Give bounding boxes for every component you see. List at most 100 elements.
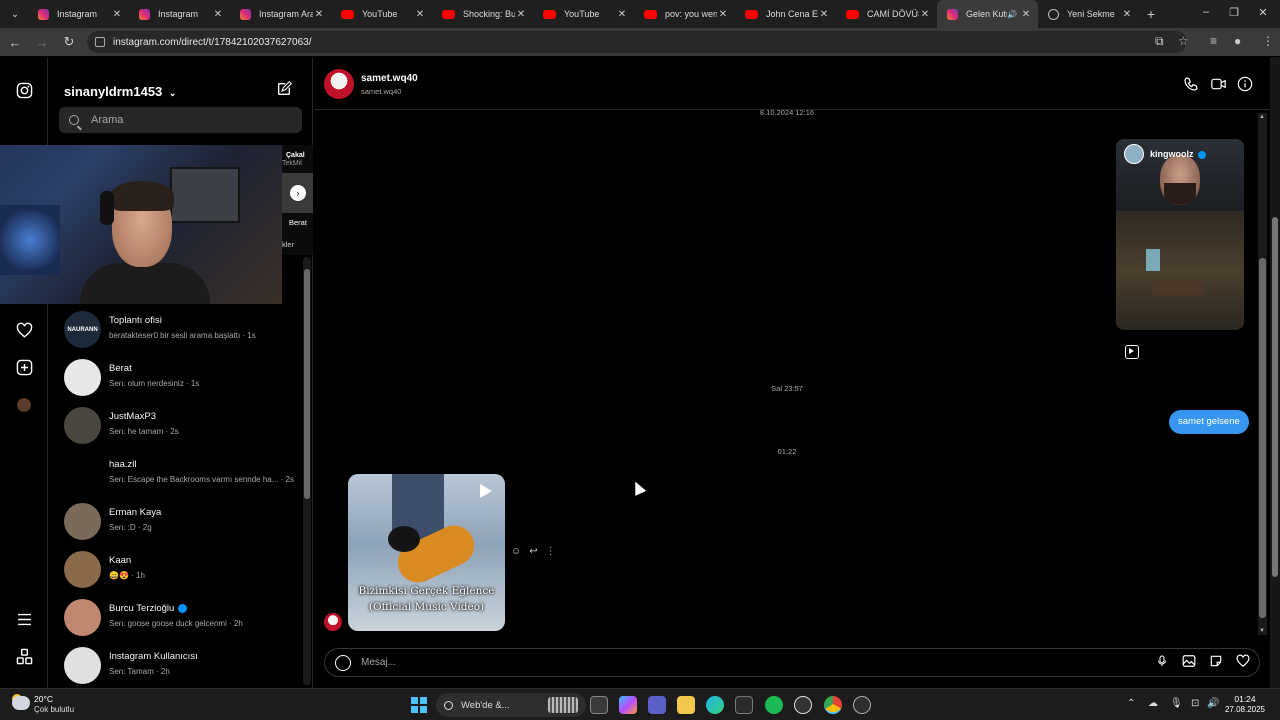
maximize-button[interactable]: ❐ — [1227, 6, 1241, 19]
notifications-heart-icon[interactable] — [14, 320, 34, 340]
reload-button[interactable]: ↻ — [57, 30, 81, 54]
close-tab-icon[interactable]: ✕ — [818, 9, 830, 20]
chatgpt-icon[interactable] — [794, 696, 812, 714]
contact-avatar[interactable] — [324, 69, 354, 99]
chrome-icon[interactable] — [824, 696, 842, 714]
media-controls-icon[interactable]: ≡ — [1210, 34, 1217, 48]
message-composer[interactable]: Mesaj... — [324, 648, 1260, 677]
start-button-icon[interactable] — [411, 697, 427, 713]
close-tab-icon[interactable]: ✕ — [414, 9, 426, 20]
play-icon[interactable] — [480, 484, 492, 498]
instagram-logo-icon[interactable] — [14, 80, 34, 100]
shared-reel-message[interactable]: kingwoolz — [1116, 139, 1244, 330]
microphone-icon[interactable] — [1151, 654, 1173, 671]
teams-icon[interactable] — [648, 696, 666, 714]
scroll-down-arrow-icon[interactable]: ▼ — [1259, 628, 1265, 634]
chevron-right-icon[interactable]: › — [290, 185, 306, 201]
chat-scrollbar[interactable] — [1258, 113, 1267, 635]
conversation-item[interactable]: Instagram Kullanıcısı Sen: Tamam · 2h — [64, 643, 309, 691]
file-explorer-icon[interactable] — [677, 696, 695, 714]
contact-name[interactable]: samet.wq40 — [361, 73, 418, 84]
conversation-item[interactable]: Kaan 😄😍 · 1h — [64, 547, 309, 595]
video-call-icon[interactable] — [1209, 76, 1227, 95]
close-tab-icon[interactable]: ✕ — [515, 9, 527, 20]
url-input[interactable]: instagram.com/direct/t/17842102037627063… — [87, 31, 1187, 53]
sender-avatar[interactable] — [324, 613, 342, 631]
profile-avatar-icon[interactable]: ● — [1234, 34, 1241, 48]
new-message-icon[interactable] — [276, 80, 293, 101]
install-app-icon[interactable]: ⧉ — [1155, 34, 1164, 49]
profile-avatar[interactable] — [14, 395, 34, 415]
minimize-button[interactable]: – — [1199, 6, 1213, 18]
browser-menu-icon[interactable]: ⋮ — [1262, 34, 1274, 48]
taskbar-search[interactable]: Web'de &... — [436, 693, 586, 717]
conversation-scrollbar[interactable] — [303, 257, 311, 685]
conversation-item[interactable]: NAURANN Toplantı ofisi beratakteser0 bir s… — [64, 307, 309, 355]
browser-tab[interactable]: John Cena Ente✕ — [735, 0, 836, 28]
browser-tab[interactable]: YouTube ✕ — [533, 0, 634, 28]
close-tab-icon[interactable]: ✕ — [1020, 9, 1032, 20]
back-button[interactable]: ← — [3, 30, 27, 54]
sticker-icon[interactable] — [1205, 654, 1227, 671]
clock-time[interactable]: 01:24 — [1218, 694, 1272, 704]
close-tab-icon[interactable]: ✕ — [212, 9, 224, 20]
conversation-item[interactable]: Erman Kaya Sen: :D · 2g — [64, 499, 309, 547]
browser-tab[interactable]: Instagram ✕ — [129, 0, 230, 28]
threads-apps-icon[interactable] — [14, 646, 34, 666]
clock-date[interactable]: 27.08.2025 — [1218, 705, 1272, 714]
close-tab-icon[interactable]: ✕ — [717, 9, 729, 20]
conversation-item[interactable]: haa.zll Sen: Escape the Backrooms varmı s… — [64, 451, 309, 499]
store-icon[interactable] — [735, 696, 753, 714]
close-tab-icon[interactable]: ✕ — [919, 9, 931, 20]
browser-tab[interactable]: Yeni Sekme ✕ — [1038, 0, 1139, 28]
search-input[interactable]: Arama — [59, 107, 302, 133]
browser-tab[interactable]: YouTube ✕ — [331, 0, 432, 28]
show-hidden-icons-chevron-icon[interactable]: ⌃ — [1127, 698, 1135, 709]
phone-call-icon[interactable] — [1182, 76, 1200, 95]
browser-tab[interactable]: Shocking: Bull ✕ — [432, 0, 533, 28]
browser-tab[interactable]: pov: you went ✕ — [634, 0, 735, 28]
audio-playing-icon[interactable]: 🔊 — [1007, 10, 1017, 19]
story-preview-partial[interactable]: Çakal TekMil › Berat kler — [282, 145, 313, 255]
browser-tab[interactable]: Gelen Kutu 🔊 ✕ — [937, 0, 1038, 28]
react-emoji-icon[interactable]: ☺ — [511, 546, 521, 557]
emoji-picker-icon[interactable] — [335, 654, 351, 671]
weather-description[interactable]: Çok bulutlu — [34, 705, 74, 714]
close-tab-icon[interactable]: ✕ — [616, 9, 628, 20]
site-info-icon[interactable] — [95, 37, 105, 47]
more-options-icon[interactable]: ⋮ — [546, 546, 556, 557]
edge-icon[interactable] — [706, 696, 724, 714]
shared-video-message[interactable]: Bizimkisi Gerçek Eğlence (Official Music… — [348, 474, 505, 631]
tab-search-button[interactable]: ⌄ — [2, 3, 28, 25]
conversation-item[interactable]: Burcu Terzioğlu Sen: goose goose duck gel… — [64, 595, 309, 643]
new-tab-button[interactable]: + — [1141, 6, 1161, 22]
conversation-item[interactable]: JustMaxP3 Sen: he tamam · 2s — [64, 403, 309, 451]
weather-temperature[interactable]: 20°C — [34, 694, 53, 704]
network-icon[interactable]: ⊡ — [1191, 698, 1199, 709]
spotify-icon[interactable] — [765, 696, 783, 714]
scroll-up-arrow-icon[interactable]: ▲ — [1259, 114, 1265, 120]
onedrive-cloud-icon[interactable]: ☁ — [1148, 698, 1158, 709]
my-message-bubble[interactable]: samet gelsene — [1169, 410, 1249, 434]
close-tab-icon[interactable]: ✕ — [111, 9, 123, 20]
image-upload-icon[interactable] — [1178, 654, 1200, 671]
page-scrollbar[interactable] — [1270, 57, 1280, 688]
bookmark-star-icon[interactable]: ☆ — [1178, 34, 1189, 48]
settings-gear-icon[interactable] — [853, 696, 871, 714]
weather-cloud-icon[interactable] — [12, 696, 30, 710]
like-heart-icon[interactable] — [1232, 654, 1254, 671]
browser-tab[interactable]: Instagram Aramas✕ — [230, 0, 331, 28]
conversation-item[interactable]: Berat Sen: olum nerdesiniz · 1s — [64, 355, 309, 403]
copilot-icon[interactable] — [619, 696, 637, 714]
close-window-button[interactable]: ✕ — [1256, 6, 1270, 19]
browser-tab[interactable]: CAMİ DÖVÜŞÇ✕ — [836, 0, 937, 28]
message-input[interactable]: Mesaj... — [361, 657, 1151, 668]
browser-tab[interactable]: Instagram ✕ — [28, 0, 129, 28]
create-post-icon[interactable] — [14, 357, 34, 377]
forward-button[interactable]: → — [30, 30, 54, 54]
more-menu-icon[interactable] — [14, 609, 34, 629]
close-tab-icon[interactable]: ✕ — [313, 9, 325, 20]
reply-icon[interactable]: ↩ — [529, 546, 537, 557]
close-tab-icon[interactable]: ✕ — [1121, 9, 1133, 20]
microphone-tray-icon[interactable]: 🎙 — [1170, 698, 1183, 709]
